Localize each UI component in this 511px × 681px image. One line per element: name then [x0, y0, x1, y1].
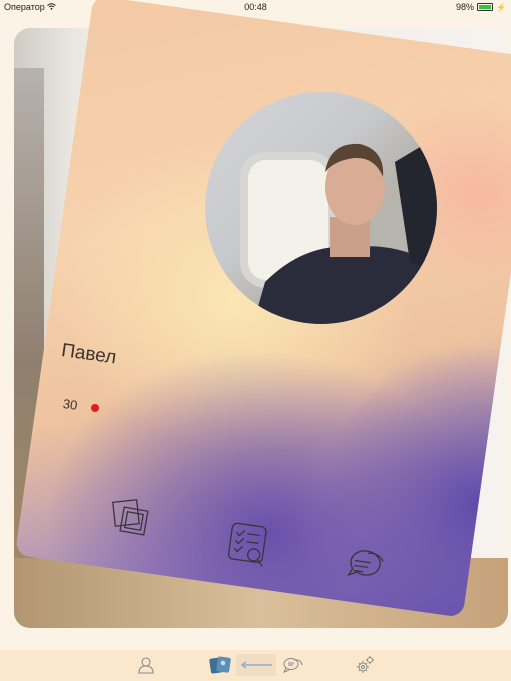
questionnaire-button[interactable]: [225, 522, 271, 568]
online-status-dot: [91, 404, 99, 412]
person-photo: [253, 143, 437, 324]
profile-icon: [138, 657, 154, 674]
battery-percent: 98%: [456, 2, 475, 12]
cards-icon: [209, 656, 231, 674]
charging-icon: ⚡: [496, 2, 506, 12]
battery-group: 98% ⚡: [456, 2, 506, 12]
questionnaire-icon: [227, 522, 267, 567]
settings-icon: [357, 656, 374, 673]
clock: 00:48: [244, 2, 267, 12]
photos-button[interactable]: [110, 497, 152, 539]
tab-back[interactable]: [236, 654, 276, 676]
tab-messages[interactable]: [281, 654, 305, 676]
back-arrow-icon: [240, 661, 272, 669]
avatar[interactable]: [205, 92, 437, 324]
battery-icon: [477, 3, 494, 11]
tab-bar: [0, 650, 511, 681]
tab-cards[interactable]: [208, 654, 232, 676]
chat-bubbles-icon: [347, 550, 384, 576]
messages-icon: [283, 658, 303, 673]
tab-profile[interactable]: [134, 654, 158, 676]
tab-settings[interactable]: [353, 654, 377, 676]
photos-icon: [112, 499, 149, 536]
profile-age: 30: [61, 396, 79, 413]
chat-button[interactable]: [342, 547, 388, 587]
status-bar: Оператор 00:48 98% ⚡: [0, 0, 511, 14]
